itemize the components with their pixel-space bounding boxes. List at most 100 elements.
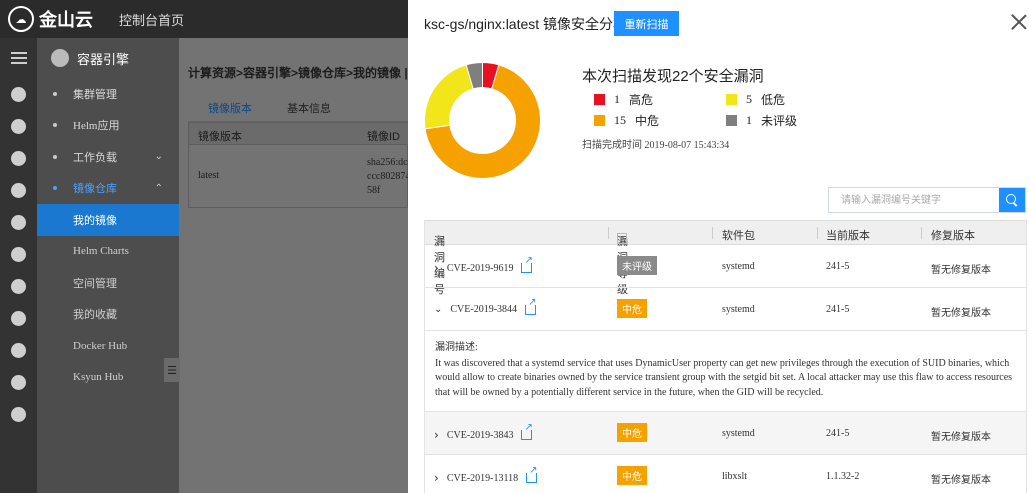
table-header: 镜像版本 镜像ID (189, 123, 409, 145)
column-header-package: 软件包 (722, 230, 755, 242)
image-id-cell: sha256:dc8 ccc802874 58f (367, 156, 413, 198)
drawer-title: ksc-gs/nginx:latest 镜像安全分析 (424, 16, 628, 32)
slice-low (424, 64, 474, 130)
brand-logo[interactable]: ☁ 金山云 (8, 6, 93, 32)
external-link-icon[interactable] (521, 422, 533, 440)
tab-basic-info[interactable]: 基本信息 (287, 100, 331, 116)
severity-badge: 中危 (617, 299, 647, 318)
legend-label: 未评级 (761, 114, 798, 128)
nav-item-label: 工作负载 (73, 151, 117, 164)
storage-icon[interactable] (0, 174, 37, 206)
fix-version-cell: 暂无修复版本 (931, 475, 991, 486)
tab-image-versions[interactable]: 镜像版本 (208, 100, 252, 124)
level-cell: 中危 (617, 299, 647, 318)
legend-label: 中危 (635, 114, 660, 128)
legend-medium: 15 中危 (594, 112, 659, 129)
current-version-cell: 241-5 (826, 261, 850, 272)
scan-time: 扫描完成时间 2019-08-07 15:43:34 (582, 140, 730, 151)
table-row[interactable]: › CVE-2019-3843 中危 systemd 241-5 暂无修复版本 (425, 412, 1026, 455)
filter-dropdown-icon: ▾ (617, 233, 628, 244)
image-id-line: sha256:dc8 (367, 157, 413, 168)
database-icon[interactable] (0, 142, 37, 174)
nav-sub-docker-hub[interactable]: Docker Hub (37, 330, 179, 362)
table-row[interactable]: › CVE-2019-9619 未评级 systemd 241-5 暂无修复版本 (425, 245, 1026, 288)
menu-icon[interactable] (0, 38, 37, 78)
level-cell: 中危 (617, 423, 647, 442)
container-engine-icon (51, 49, 69, 67)
column-header: 镜像ID (367, 131, 400, 143)
console-home-link[interactable]: 控制台首页 (119, 10, 184, 29)
nav-sub-ksyun-hub[interactable]: Ksyun Hub (37, 362, 179, 394)
cve-cell: › CVE-2019-9619 (434, 255, 533, 275)
nav-sub-favorites[interactable]: 我的收藏 (37, 299, 179, 331)
monitor-icon[interactable] (0, 238, 37, 270)
vulnerability-search (828, 187, 1026, 213)
cve-id: CVE-2019-13118 (446, 472, 519, 484)
cve-id: CVE-2019-3844 (450, 304, 518, 315)
vulnerability-donut-chart (424, 62, 541, 179)
server-icon[interactable] (0, 78, 37, 110)
icon-rail (0, 38, 37, 493)
nav-sub-my-images[interactable]: 我的镜像 (37, 204, 179, 236)
expand-chevron-icon[interactable]: › (434, 428, 439, 442)
image-version-cell: latest (198, 170, 220, 181)
fix-version-cell: 暂无修复版本 (931, 432, 991, 443)
severity-badge: 中危 (617, 423, 647, 442)
scan-summary: 本次扫描发现22个安全漏洞 (582, 68, 764, 85)
nav-sub-helm-charts[interactable]: Helm Charts (37, 236, 179, 268)
external-link-icon[interactable] (521, 255, 533, 273)
table-row[interactable]: › CVE-2019-13118 中危 libxslt 1.1.32-2 暂无修… (425, 455, 1026, 493)
legend-high: 1 高危 (594, 91, 653, 108)
layers-icon[interactable] (0, 206, 37, 238)
nav-item-label: 镜像仓库 (73, 183, 117, 196)
cloud-icon[interactable] (0, 302, 37, 334)
search-icon[interactable] (999, 188, 1025, 212)
legend-swatch-medium (594, 115, 605, 126)
terminal-icon[interactable] (0, 270, 37, 302)
subnav-title: 容器引擎 (77, 51, 130, 67)
nav-item-helm-app[interactable]: Helm应用 (37, 110, 179, 142)
drawer-handle-icon[interactable]: ☰ (164, 358, 180, 382)
nav-item-image-repo[interactable]: 镜像仓库 ⌃ (37, 173, 179, 205)
chevron-down-icon: ⌄ (154, 151, 163, 163)
search-input[interactable] (829, 188, 999, 212)
face-icon[interactable] (0, 366, 37, 398)
external-link-icon[interactable] (525, 297, 536, 315)
current-version-cell: 1.1.32-2 (826, 471, 860, 482)
column-header-fix: 修复版本 (931, 230, 975, 242)
cve-cell: › CVE-2019-13118 (434, 465, 537, 485)
external-link-icon[interactable] (526, 465, 537, 483)
expand-chevron-icon[interactable]: › (434, 471, 439, 485)
image-version-table: 镜像版本 镜像ID latest sha256:dc8 ccc802874 58… (188, 122, 413, 208)
table-header: 漏洞编号 ⇕ 漏洞等级 ▾ 软件包 当前版本 修复版本 (425, 220, 1026, 296)
breadcrumb: 计算资源>容器引擎>镜像仓库>我的镜像 | ksc (188, 66, 432, 80)
collapse-chevron-icon[interactable]: ⌄ (434, 304, 442, 315)
rescan-button[interactable]: 重新扫描 (614, 11, 679, 36)
legend-swatch-low (726, 94, 737, 105)
chevron-up-icon: ⌃ (154, 182, 163, 194)
user-icon[interactable] (0, 110, 37, 142)
cve-cell: › CVE-2019-3843 (434, 422, 533, 442)
transfer-icon[interactable] (0, 398, 37, 430)
cve-id: CVE-2019-3843 (446, 429, 514, 441)
column-header: 镜像版本 (198, 131, 242, 143)
image-id-line: ccc802874 (367, 171, 411, 182)
package-cell: systemd (722, 304, 755, 315)
nav-item-workload[interactable]: 工作负载 ⌄ (37, 141, 179, 173)
vulnerability-table: 漏洞编号 ⇕ 漏洞等级 ▾ 软件包 当前版本 修复版本 › CVE-2019-9… (424, 220, 1027, 493)
legend-label: 高危 (629, 93, 654, 107)
nav-item-label: 集群管理 (73, 88, 117, 101)
expand-chevron-icon[interactable]: › (434, 261, 439, 275)
close-icon[interactable] (1011, 14, 1027, 30)
level-cell: 中危 (617, 466, 647, 485)
nav-sub-space[interactable]: 空间管理 (37, 267, 179, 299)
table-row-expanded[interactable]: ⌄ CVE-2019-3844 中危 systemd 241-5 暂无修复版本 (425, 288, 1026, 331)
network-icon[interactable] (0, 334, 37, 366)
cve-cell: ⌄ CVE-2019-3844 (434, 297, 536, 316)
nav-item-cluster[interactable]: 集群管理 (37, 78, 179, 110)
package-cell: systemd (722, 428, 755, 439)
current-version-cell: 241-5 (826, 304, 850, 315)
vulnerability-description: 漏洞描述: It was discovered that a systemd s… (425, 331, 1026, 412)
security-analysis-drawer: ksc-gs/nginx:latest 镜像安全分析 重新扫描 本次扫描发现22… (408, 0, 1029, 493)
cve-id: CVE-2019-9619 (446, 262, 514, 274)
